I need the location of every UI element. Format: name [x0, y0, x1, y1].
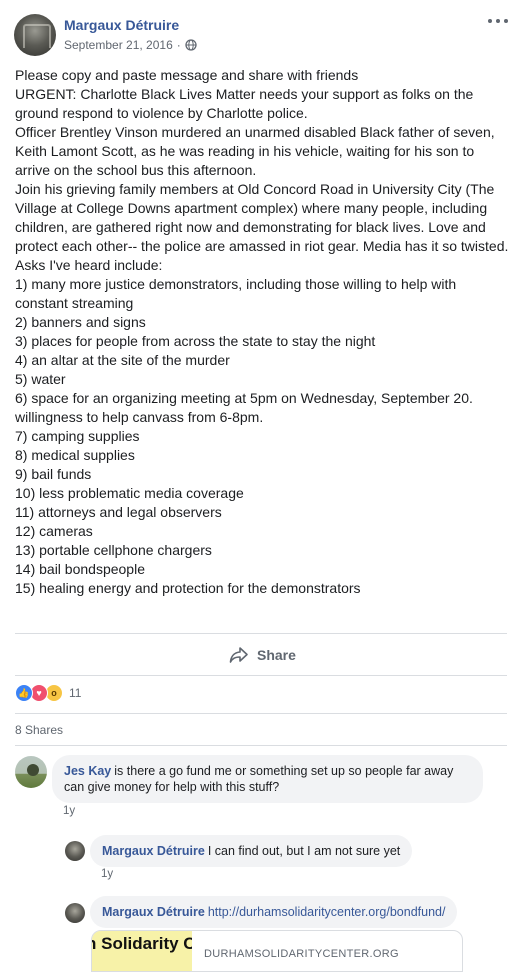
link-preview-thumbnail: n Solidarity C	[92, 931, 192, 971]
post-line: 15) healing energy and protection for th…	[15, 580, 361, 596]
share-arrow-icon	[229, 647, 248, 663]
comment-link[interactable]: http://durhamsolidaritycenter.org/bondfu…	[208, 905, 446, 919]
reactions-summary[interactable]: 👍 ♥ o 11	[15, 684, 81, 702]
comment-bubble: Jes Kay is there a go fund me or somethin…	[52, 755, 483, 803]
post-line: 12) cameras	[15, 523, 93, 539]
post-line: URGENT: Charlotte Black Lives Matter nee…	[15, 86, 474, 121]
post-line: 6) space for an organizing meeting at 5p…	[15, 390, 473, 425]
post-line: 8) medical supplies	[15, 447, 135, 463]
post-line: 7) camping supplies	[15, 428, 140, 444]
comment-time[interactable]: 1y	[101, 868, 113, 880]
reply-bubble: Margaux Détruire I can find out, but I am…	[90, 835, 413, 867]
like-reaction-icon: 👍	[15, 684, 33, 702]
reply-bubble: Margaux Détruire http://durhamsolidarityc…	[90, 896, 458, 928]
post-line: 10) less problematic media coverage	[15, 485, 244, 501]
post-body: Please copy and paste message and share …	[15, 66, 510, 598]
link-preview-card[interactable]: n Solidarity C DURHAMSOLIDARITYCENTER.OR…	[91, 930, 463, 972]
divider	[15, 633, 507, 634]
post-line: 5) water	[15, 371, 66, 387]
post-line: 4) an altar at the site of the murder	[15, 352, 230, 368]
post-line: 1) many more justice demonstrators, incl…	[15, 276, 457, 311]
post-line: 2) banners and signs	[15, 314, 146, 330]
post-line: 11) attorneys and legal observers	[15, 504, 222, 520]
author-avatar[interactable]	[14, 14, 56, 56]
post-line: Asks I've heard include:	[15, 257, 163, 273]
post-line: Please copy and paste message and share …	[15, 67, 359, 83]
globe-icon[interactable]	[185, 39, 197, 51]
post-author-name[interactable]: Margaux Détruire	[64, 17, 179, 33]
comment-time[interactable]: 1y	[63, 805, 75, 817]
commenter-avatar[interactable]	[65, 903, 85, 923]
comment-author[interactable]: Margaux Détruire	[102, 844, 205, 858]
thumbnail-text: n Solidarity C	[92, 934, 192, 953]
facebook-post: Margaux Détruire September 21, 2016 · Pl…	[0, 0, 521, 972]
share-button[interactable]: Share	[229, 643, 296, 667]
comment-author[interactable]: Margaux Détruire	[102, 905, 205, 919]
post-date[interactable]: September 21, 2016	[64, 38, 173, 52]
divider	[15, 713, 507, 714]
post-line: 9) bail funds	[15, 466, 92, 482]
comment-text: is there a go fund me or something set u…	[64, 764, 454, 794]
commenter-avatar[interactable]	[15, 756, 47, 788]
post-line: Officer Brentley Vinson murdered an unar…	[15, 124, 495, 178]
comment-text: I can find out, but I am not sure yet	[207, 844, 401, 858]
commenter-avatar[interactable]	[65, 841, 85, 861]
reaction-count[interactable]: 11	[69, 686, 81, 700]
more-options-icon[interactable]	[488, 14, 508, 28]
post-meta: September 21, 2016 ·	[64, 38, 197, 52]
post-line: 3) places for people from across the sta…	[15, 333, 376, 349]
divider	[15, 675, 507, 676]
post-line: Join his grieving family members at Old …	[15, 181, 509, 254]
post-line: 13) portable cellphone chargers	[15, 542, 212, 558]
shares-count[interactable]: 8 Shares	[15, 723, 63, 737]
post-line: 14) bail bondspeople	[15, 561, 145, 577]
comment-author[interactable]: Jes Kay	[64, 764, 111, 778]
meta-separator: ·	[176, 38, 181, 52]
share-label: Share	[257, 647, 296, 663]
link-preview-domain: DURHAMSOLIDARITYCENTER.ORG	[204, 948, 399, 960]
divider	[15, 745, 507, 746]
